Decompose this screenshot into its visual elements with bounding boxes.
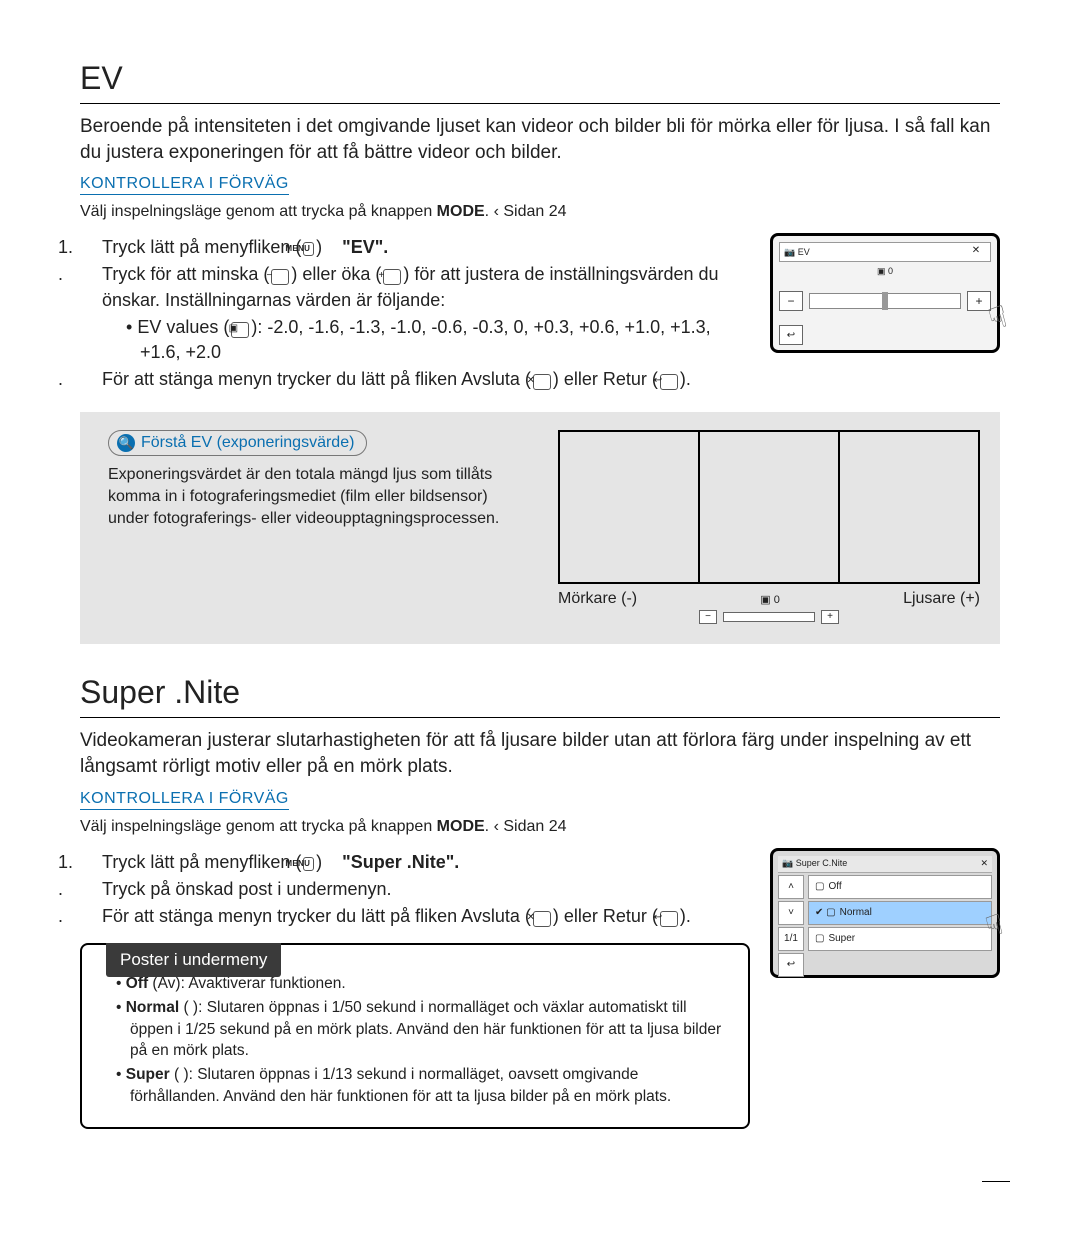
minus-button[interactable]: − — [779, 291, 803, 311]
text: Tryck för att minska ( — [102, 264, 269, 284]
text: "Super .Nite". — [342, 852, 459, 872]
callout-title: Förstå EV (exponeringsvärde) — [141, 434, 354, 451]
ev-values: • EV values (▣): -2.0, -1.6, -1.3, -1.0,… — [80, 315, 750, 365]
close-icon: ✕ — [968, 245, 984, 259]
text: ) eller Retur ( — [553, 906, 658, 926]
magnifier-icon: 🔍 — [117, 434, 135, 452]
ev-info-panel: 🔍 Förstå EV (exponeringsvärde) Exponering… — [80, 412, 1000, 644]
menu-item-off[interactable]: ▢ Off — [808, 875, 992, 899]
return-icon: ↩ — [660, 374, 678, 390]
menu-icon: MENU — [303, 857, 314, 871]
nav-down-button[interactable]: ˅ — [778, 901, 804, 925]
lcd-title: EV — [798, 247, 810, 257]
lcd-header: 📷 Super C.Nite ✕ — [778, 856, 992, 873]
minus-icon: − — [699, 610, 717, 624]
page-footer-rule — [982, 1181, 1010, 1182]
text: Tryck på önskad post i undermenyn. — [102, 879, 391, 899]
text: ). — [680, 906, 691, 926]
text: ) eller öka ( — [291, 264, 381, 284]
plus-icon: + — [821, 610, 839, 624]
menu-item-super[interactable]: ▢ Super — [808, 927, 992, 951]
info-callout: 🔍 Förstå EV (exponeringsvärde) — [108, 430, 367, 456]
exposure-example-frames — [558, 430, 980, 584]
ev-intro: Beroende på intensiteten i det omgivande… — [80, 114, 1000, 165]
step-2: .Tryck för att minska (−) eller öka (+) … — [80, 262, 750, 312]
close-icon: ✕ — [533, 911, 551, 927]
text: . ‹ Sidan 24 — [485, 818, 567, 835]
text: Tryck lätt på menyfliken ( — [102, 852, 301, 872]
super-cnite-section: Super .Nite Videokameran justerar slutar… — [80, 674, 1000, 1129]
back-button[interactable]: ↩ — [778, 953, 804, 977]
scn-content-row: 1.Tryck lätt på menyfliken (MENU) "Super… — [80, 848, 1000, 1130]
nav-column: ˄ ˅ 1/1 ↩ — [778, 875, 804, 977]
slider-bar — [723, 612, 815, 622]
back-button[interactable]: ↩ — [779, 325, 803, 345]
precheck-label: KONTROLLERA I FÖRVÄG — [80, 175, 289, 195]
ev-steps: 1.Tryck lätt på menyfliken (MENU) "EV". … — [80, 233, 750, 394]
submenu-item-normal: Normal ( ): Slutaren öppnas i 1/50 sekun… — [116, 997, 726, 1062]
text: ) eller Retur ( — [553, 369, 658, 389]
exposure-icon: ▣ — [231, 322, 249, 338]
precheck-text: Välj inspelningsläge genom att trycka på… — [80, 818, 1000, 836]
step-3: .För att stänga menyn trycker du lätt på… — [80, 904, 750, 929]
return-icon: ↩ — [660, 911, 678, 927]
lcd-header: 📷 EV ✕ — [779, 242, 991, 262]
plus-icon: + — [383, 269, 401, 285]
close-icon: ✕ — [533, 374, 551, 390]
nav-up-button[interactable]: ˄ — [778, 875, 804, 899]
menu-item-normal[interactable]: ✔ ▢ Normal — [808, 901, 992, 925]
lighter-label: Ljusare (+) — [903, 590, 980, 608]
scn-intro: Videokameran justerar slutarhastigheten … — [80, 728, 1000, 779]
text: EV values ( — [137, 317, 229, 337]
text: Välj inspelningsläge genom att trycka på… — [80, 203, 437, 220]
text: Välj inspelningsläge genom att trycka på… — [80, 818, 437, 835]
lcd-slider: − + — [779, 291, 991, 311]
rule — [80, 103, 1000, 104]
text: ) — [316, 852, 322, 872]
text: . ‹ Sidan 24 — [485, 203, 567, 220]
text: ) — [316, 237, 322, 257]
text: För att stänga menyn trycker du lätt på … — [102, 369, 531, 389]
ev-title: EV — [80, 60, 1000, 99]
step-1: 1.Tryck lätt på menyfliken (MENU) "EV". — [80, 235, 750, 260]
ev-lcd-illustration: 📷 EV ✕ ▣ 0 − + ↩ ☟ — [770, 233, 1000, 353]
exposure-labels: Mörkare (-) ▣ 0 Ljusare (+) — [558, 590, 980, 608]
text: Tryck lätt på menyfliken ( — [102, 237, 301, 257]
mode-label: MODE — [437, 818, 485, 835]
ev-content-row: 1.Tryck lätt på menyfliken (MENU) "EV". … — [80, 233, 1000, 394]
callout-text: Exponeringsvärdet är den totala mängd lj… — [108, 464, 528, 529]
rule — [80, 717, 1000, 718]
lcd-center-value: ▣ 0 — [779, 266, 991, 277]
hand-pointer-icon: ☟ — [985, 300, 1012, 339]
mini-slider-controls: − + — [699, 610, 839, 624]
mode-label: MODE — [437, 203, 485, 220]
minus-icon: − — [271, 269, 289, 285]
scn-title: Super .Nite — [80, 674, 1000, 713]
darker-label: Mörkare (-) — [558, 590, 637, 608]
manual-page: EV Beroende på intensiteten i det omgiva… — [0, 0, 1080, 1234]
slider-scale[interactable] — [809, 293, 961, 309]
step-2: .Tryck på önskad post i undermenyn. — [80, 877, 750, 902]
submenu-item-super: Super ( ): Slutaren öppnas i 1/13 sekund… — [116, 1064, 726, 1107]
page-indicator: 1/1 — [778, 927, 804, 951]
precheck-label: KONTROLLERA I FÖRVÄG — [80, 790, 289, 810]
submenu-box: Poster i undermeny Off (Av): Avaktiverar… — [80, 943, 750, 1129]
precheck-text: Välj inspelningsläge genom att trycka på… — [80, 203, 1000, 221]
step-3: .För att stänga menyn trycker du lätt på… — [80, 367, 750, 392]
text: ). — [680, 369, 691, 389]
scn-lcd-illustration: 📷 Super C.Nite ✕ ˄ ˅ 1/1 ↩ ▢ Off ✔ ▢ Nor… — [770, 848, 1000, 978]
menu-icon: MENU — [303, 242, 314, 256]
submenu-tab: Poster i undermeny — [106, 943, 281, 977]
mini-slider: ▣ 0 — [760, 593, 780, 606]
close-icon: ✕ — [980, 858, 988, 869]
lcd-title: Super C.Nite — [796, 858, 848, 868]
step-1: 1.Tryck lätt på menyfliken (MENU) "Super… — [80, 850, 750, 875]
menu-items: ▢ Off ✔ ▢ Normal ▢ Super — [808, 875, 992, 977]
text: "EV". — [342, 237, 388, 257]
scn-steps: 1.Tryck lätt på menyfliken (MENU) "Super… — [80, 848, 750, 1130]
text: För att stänga menyn trycker du lätt på … — [102, 906, 531, 926]
